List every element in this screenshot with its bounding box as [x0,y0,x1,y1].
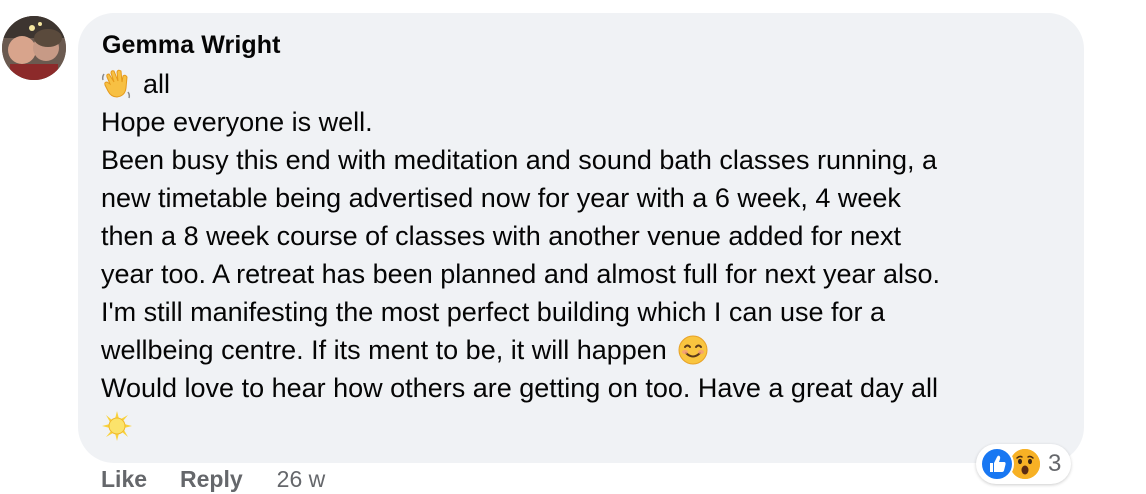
comment-line-text: Been busy this end with meditation and s… [101,145,938,175]
comment-line: I'm still manifesting the most perfect b… [101,293,940,331]
comment-line-text: year too. A retreat has been planned and… [101,259,941,289]
comment-line: Hope everyone is well. [101,103,940,141]
comment-line: new timetable being advertised now for y… [101,179,940,217]
comment-timestamp[interactable]: 26 w [277,466,326,493]
like-reaction-icon [980,447,1014,481]
comment-line-text: Hope everyone is well. [101,107,373,137]
comment-line-text: all [143,69,171,99]
comment-line: Would love to hear how others are gettin… [101,369,940,407]
comment-line-text: then a 8 week course of classes with ano… [101,221,901,251]
author-avatar[interactable] [2,16,66,80]
comment-line-text: I'm still manifesting the most perfect b… [101,297,886,327]
comment-line: wellbeing centre. If its ment to be, it … [101,331,940,369]
like-button[interactable]: Like [101,466,147,493]
comment-actions: Like Reply 26 w [101,466,325,493]
comment-body: all Hope everyone is well. Been busy thi… [101,65,940,445]
reaction-count: 3 [1048,450,1062,477]
comment-bubble: Gemma Wright all Hope everyone is well. … [78,13,1084,463]
comment-line-text: wellbeing centre. If its ment to be, it … [101,335,667,365]
comment-line: all [101,65,940,103]
comment-line: then a 8 week course of classes with ano… [101,217,940,255]
reactions-summary[interactable]: 3 [976,444,1072,484]
comment-line: Been busy this end with meditation and s… [101,141,940,179]
smiling-face-emoji [677,334,709,366]
comment-author-name[interactable]: Gemma Wright [102,31,281,60]
comment-line-text: new timetable being advertised now for y… [101,183,901,213]
waving-hand-emoji [101,68,133,100]
sun-emoji [101,410,133,442]
comment-line-text: Would love to hear how others are gettin… [101,373,939,403]
reply-button[interactable]: Reply [180,466,243,493]
comment-line: year too. A retreat has been planned and… [101,255,940,293]
comment-line [101,407,940,445]
